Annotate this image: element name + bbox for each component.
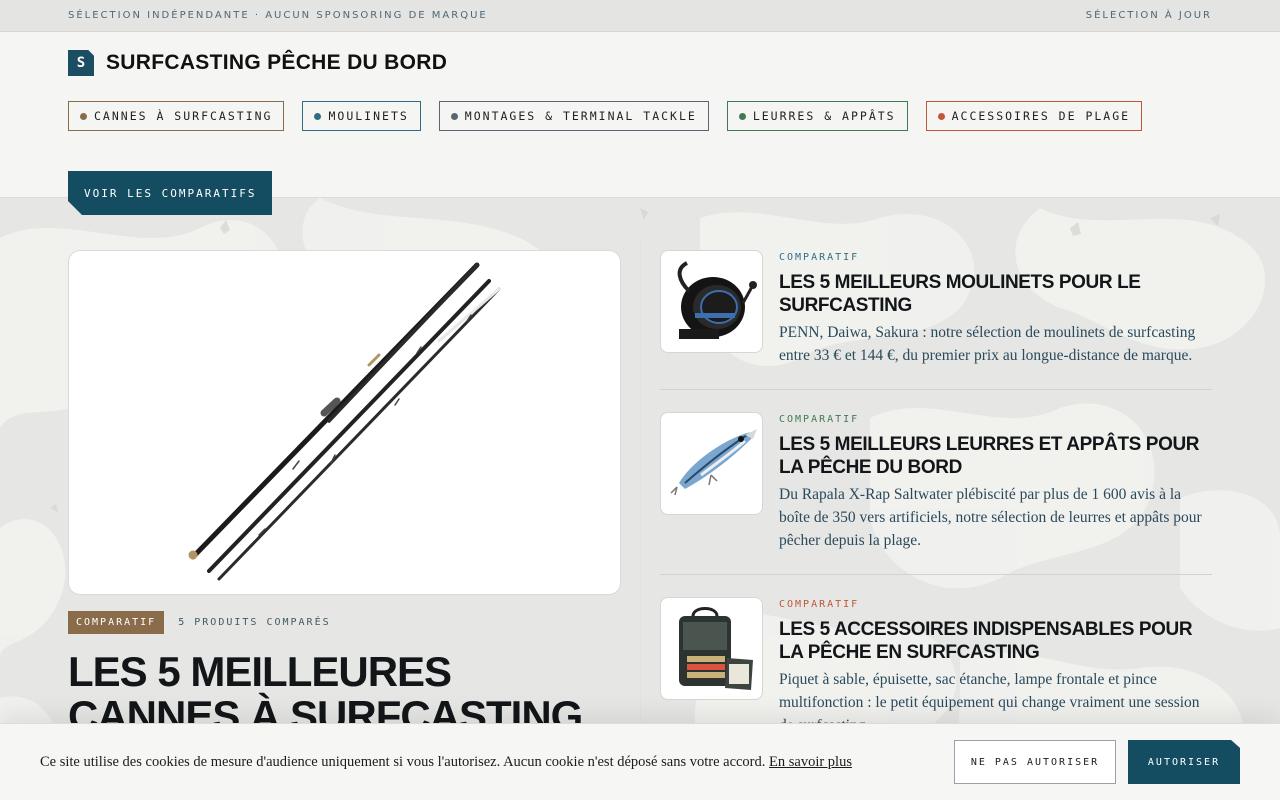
logo-icon: S [68, 50, 94, 76]
top-strip: SÉLECTION INDÉPENDANTE · AUCUN SPONSORIN… [0, 0, 1280, 32]
column-divider [640, 238, 641, 798]
article-title[interactable]: LES 5 MEILLEURS LEURRES ET APPÂTS POUR L… [779, 433, 1212, 479]
nav-item-montages[interactable]: MONTAGES & TERMINAL TACKLE [438, 101, 709, 131]
site-header: S SURFCASTING PÊCHE DU BORD CANNES À SUR… [0, 32, 1280, 198]
article-title[interactable]: LES 5 ACCESSOIRES INDISPENSABLES POUR LA… [779, 618, 1212, 664]
main-content: COMPARATIF 5 PRODUITS COMPARÉS LES 5 MEI… [0, 198, 1280, 800]
featured-article[interactable]: COMPARATIF 5 PRODUITS COMPARÉS LES 5 MEI… [68, 250, 621, 738]
article-kicker: COMPARATIF [779, 252, 860, 263]
nav-item-leurres[interactable]: LEURRES & APPÂTS [726, 101, 908, 131]
nav-item-label: MONTAGES & TERMINAL TACKLE [464, 109, 697, 123]
product-count: 5 PRODUITS COMPARÉS [178, 617, 331, 628]
list-item[interactable]: COMPARATIF LES 5 MEILLEURS MOULINETS POU… [660, 250, 1212, 390]
list-item[interactable]: COMPARATIF LES 5 MEILLEURS LEURRES ET AP… [660, 412, 1212, 575]
cookie-banner: Ce site utilise des cookies de mesure d'… [0, 723, 1280, 800]
lure-image[interactable] [660, 412, 763, 515]
article-kicker: COMPARATIF [779, 599, 860, 610]
learn-more-link[interactable]: En savoir plus [769, 754, 852, 770]
reel-icon [677, 261, 757, 339]
dot-icon [937, 112, 945, 120]
nav-item-accessoires[interactable]: ACCESSOIRES DE PLAGE [925, 101, 1143, 131]
article-list: COMPARATIF LES 5 MEILLEURS MOULINETS POU… [660, 250, 1212, 781]
category-badge: COMPARATIF [68, 611, 165, 634]
dot-icon [314, 112, 322, 120]
deny-cookies-button[interactable]: NE PAS AUTORISER [954, 740, 1116, 784]
nav-item-label: ACCESSOIRES DE PLAGE [951, 109, 1131, 123]
lure-icon [670, 429, 757, 496]
tackle-bag-image[interactable] [660, 597, 763, 700]
fishing-rod-icon [188, 262, 501, 581]
tackle-bag-icon [679, 607, 753, 690]
independence-notice: SÉLECTION INDÉPENDANTE · AUCUN SPONSORIN… [68, 10, 488, 21]
reel-image[interactable] [660, 250, 763, 353]
nav-item-cannes[interactable]: CANNES À SURFCASTING [68, 101, 285, 131]
article-title[interactable]: LES 5 MEILLEURS MOULINETS POUR LE SURFCA… [779, 271, 1212, 317]
cookie-text: Ce site utilise des cookies de mesure d'… [40, 753, 766, 770]
category-nav: CANNES À SURFCASTING MOULINETS MONTAGES … [68, 101, 1212, 131]
article-description: PENN, Daiwa, Sakura : notre sélection de… [779, 324, 1196, 364]
nav-item-moulinets[interactable]: MOULINETS [302, 101, 421, 131]
site-name: SURFCASTING PÊCHE DU BORD [106, 51, 448, 74]
dot-icon [450, 112, 458, 120]
nav-item-label: LEURRES & APPÂTS [752, 109, 896, 123]
update-notice: SÉLECTION À JOUR [1085, 10, 1212, 21]
accept-cookies-button[interactable]: AUTORISER [1128, 740, 1240, 784]
nav-item-label: MOULINETS [328, 109, 409, 123]
cookie-message: Ce site utilise des cookies de mesure d'… [40, 754, 954, 771]
dot-icon [80, 112, 87, 120]
article-kicker: COMPARATIF [779, 414, 860, 425]
dot-icon [738, 112, 746, 120]
nav-item-label: CANNES À SURFCASTING [94, 109, 273, 123]
article-description: Du Rapala X-Rap Saltwater plébiscité par… [779, 486, 1202, 549]
surf-rod-image[interactable] [68, 250, 621, 595]
featured-meta: COMPARATIF 5 PRODUITS COMPARÉS [68, 611, 621, 634]
brand[interactable]: S SURFCASTING PÊCHE DU BORD [68, 50, 1212, 76]
